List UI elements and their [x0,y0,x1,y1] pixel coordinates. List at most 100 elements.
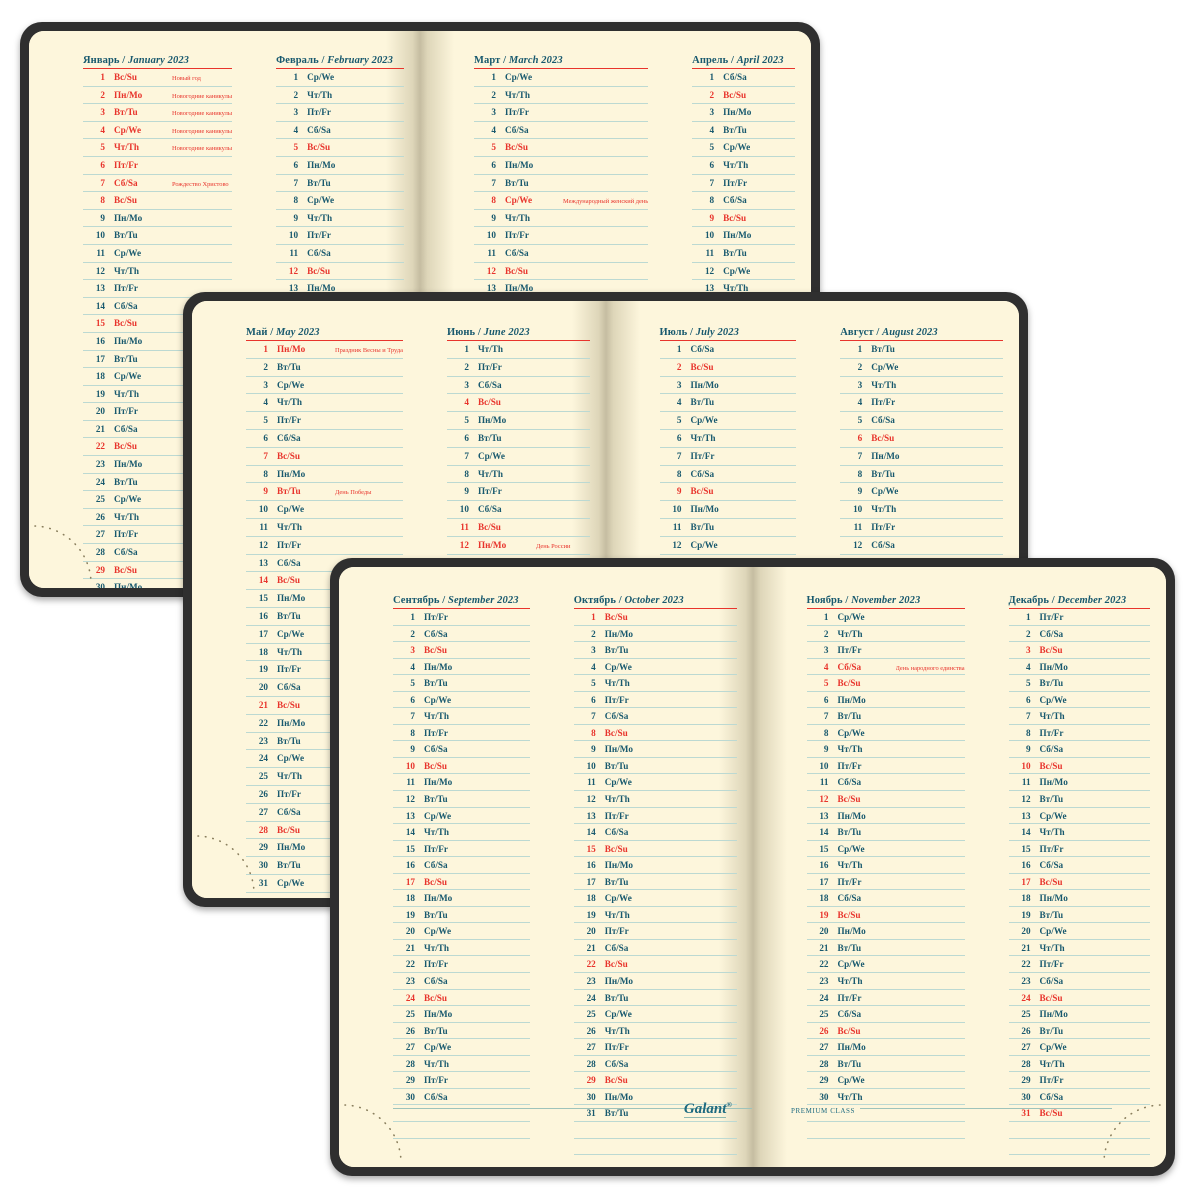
day-row[interactable]: 20 Пт/Fr [573,923,737,940]
day-row[interactable]: 11 Вт/Tu [692,245,795,263]
day-row[interactable]: 17 Вс/Su [393,874,530,891]
day-row[interactable]: 5 Вт/Tu [1008,675,1150,692]
day-row[interactable]: 6 Чт/Th [659,430,797,448]
day-row[interactable]: 29 Пт/Fr [393,1072,530,1089]
day-row[interactable]: 10 Вт/Tu [573,758,737,775]
day-row[interactable]: 20 Ср/We [393,923,530,940]
day-row[interactable]: 5 Ср/We [692,139,795,157]
day-row[interactable]: 4 Пн/Mo [393,659,530,676]
day-row[interactable]: 15 Ср/We [806,841,965,858]
day-row[interactable]: 28 Чт/Th [1008,1056,1150,1073]
day-row[interactable]: 9 Чт/Th [276,210,404,228]
day-row[interactable]: 11 Сб/Sa [806,774,965,792]
day-row[interactable]: 12 Вт/Tu [1008,791,1150,808]
day-row[interactable]: 6 Ср/We [1008,692,1150,709]
day-row[interactable]: 1 Пн/Mo Праздник Весны и Труда [246,341,403,359]
day-row[interactable]: 22 Вс/Su [573,956,737,974]
day-row[interactable]: 5 Вт/Tu [393,675,530,692]
day-row[interactable]: 27 Пн/Mo [806,1039,965,1056]
day-row[interactable]: 3 Чт/Th [840,377,1003,395]
day-row[interactable]: 7 Пт/Fr [692,175,795,193]
day-row[interactable]: 22 Пт/Fr [393,956,530,974]
day-row[interactable]: 1 Сб/Sa [692,69,795,87]
day-row[interactable]: 2 Пн/Mo [573,626,737,643]
day-row[interactable]: 11 Вт/Tu [659,519,797,537]
day-row[interactable]: 30 Чт/Th [806,1089,965,1106]
day-row[interactable]: 8 Ср/We Международный женский день [474,192,649,210]
day-row[interactable]: 14 Чт/Th [393,824,530,841]
day-row[interactable]: 21 Вт/Tu [806,940,965,957]
day-row[interactable]: 6 Пн/Mo [474,157,649,175]
day-row[interactable]: 8 Сб/Sa [692,192,795,210]
day-row[interactable]: 25 Пн/Mo [393,1006,530,1023]
day-row[interactable]: 3 Сб/Sa [446,377,590,395]
diary-book-3[interactable]: Сентябрь / September 2023 1 Пт/Fr 2 Сб/Sa 3 Вс… [330,558,1175,1176]
day-row[interactable]: 16 Чт/Th [806,857,965,874]
day-row[interactable]: 21 Чт/Th [1008,940,1150,957]
day-row[interactable]: 5 Вс/Su [276,139,404,157]
day-row[interactable]: 27 Ср/We [1008,1039,1150,1056]
day-row[interactable]: 12 Чт/Th [83,263,233,281]
day-row[interactable]: 29 Вс/Su [573,1072,737,1089]
day-row[interactable]: 4 Пт/Fr [840,394,1003,413]
day-row[interactable]: 13 Пт/Fr [573,808,737,825]
day-row[interactable]: 3 Вс/Su [393,642,530,659]
day-row[interactable]: 1 Пт/Fr [1008,609,1150,626]
day-row[interactable]: 8 Пт/Fr [393,725,530,742]
day-row[interactable]: 16 Сб/Sa [1008,857,1150,874]
day-row[interactable]: 6 Вс/Su [840,430,1003,448]
day-row[interactable]: 5 Пн/Mo [446,412,590,430]
day-row[interactable]: 10 Пт/Fr [806,758,965,775]
day-row[interactable]: 24 Вт/Tu [573,990,737,1007]
day-row[interactable]: 1 Ср/We [276,69,404,87]
day-row[interactable]: 12 Пт/Fr [246,537,403,555]
day-row[interactable]: 4 Сб/Sa [474,122,649,140]
day-row[interactable]: 11 Чт/Th [246,519,403,537]
day-row[interactable]: 10 Пн/Mo [659,501,797,519]
day-row[interactable]: 7 Вт/Tu [806,708,965,725]
day-row[interactable]: 25 Ср/We [573,1006,737,1023]
day-row[interactable]: 23 Пн/Mo [573,973,737,990]
day-row[interactable]: 7 Ср/We [446,448,590,466]
day-row[interactable]: 6 Пн/Mo [806,692,965,709]
day-row[interactable]: 26 Вт/Tu [1008,1023,1150,1040]
day-row[interactable]: 3 Вт/Tu [573,642,737,659]
day-row[interactable]: 10 Пн/Mo [692,227,795,245]
day-row[interactable]: 7 Чт/Th [393,708,530,725]
day-row[interactable]: 10 Вт/Tu [83,227,233,245]
day-row[interactable]: 7 Пн/Mo [840,448,1003,466]
day-row[interactable]: 9 Чт/Th [806,741,965,758]
day-row[interactable]: 7 Сб/Sa [573,708,737,725]
day-row[interactable]: 24 Вс/Su [393,990,530,1007]
day-row[interactable]: 12 Ср/We [692,263,795,281]
day-row[interactable]: 5 Вс/Su [474,139,649,157]
day-row[interactable]: 7 Пт/Fr [659,448,797,466]
day-row[interactable]: 2 Вс/Su [659,359,797,377]
day-row[interactable]: 3 Пт/Fr [474,104,649,122]
day-row[interactable]: 26 Вс/Su [806,1023,965,1040]
day-row[interactable]: 5 Ср/We [659,412,797,430]
day-row[interactable]: 9 Ср/We [840,483,1003,502]
day-row[interactable]: 1 Вс/Su [573,609,737,626]
day-row[interactable]: 12 Вс/Su [474,263,649,281]
day-row[interactable]: 2 Сб/Sa [393,626,530,643]
day-row[interactable]: 5 Сб/Sa [840,412,1003,430]
day-row[interactable]: 2 Пн/Mo Новогодние каникулы [83,87,233,105]
day-row[interactable]: 8 Ср/We [276,192,404,210]
day-row[interactable]: 4 Ср/We Новогодние каникулы [83,122,233,140]
day-row[interactable]: 3 Пт/Fr [806,642,965,659]
day-row[interactable]: 6 Пн/Mo [276,157,404,175]
day-row[interactable]: 2 Чт/Th [276,87,404,105]
day-row[interactable]: 8 Чт/Th [446,466,590,484]
day-row[interactable]: 26 Чт/Th [573,1023,737,1040]
day-row[interactable]: 22 Пт/Fr [1008,956,1150,974]
day-row[interactable]: 23 Сб/Sa [393,973,530,990]
day-row[interactable]: 18 Пн/Mo [1008,890,1150,907]
day-row[interactable]: 9 Вс/Su [659,483,797,502]
day-row[interactable]: 7 Сб/Sa Рождество Христово [83,175,233,193]
day-row[interactable]: 5 Пт/Fr [246,412,403,430]
day-row[interactable]: 12 Пн/Mo День России [446,537,590,555]
day-row[interactable]: 9 Сб/Sa [393,741,530,758]
day-row[interactable]: 23 Чт/Th [806,973,965,990]
day-row[interactable]: 4 Сб/Sa День народного единства [806,659,965,676]
